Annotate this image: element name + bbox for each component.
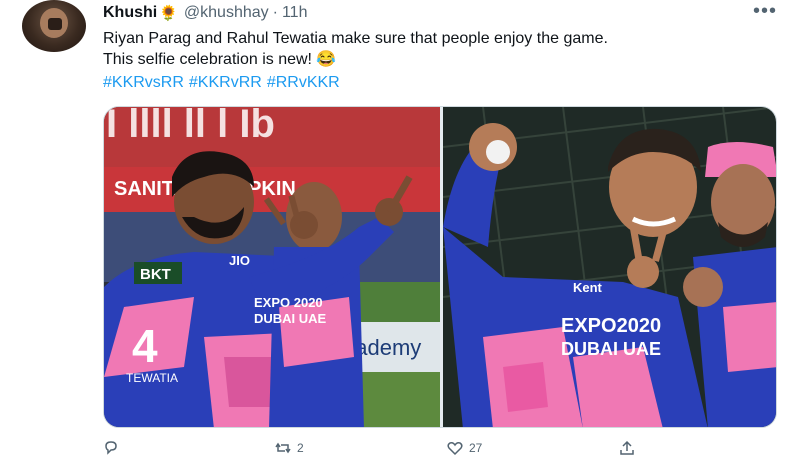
hashtag-link[interactable]: #RRvKKR bbox=[267, 74, 340, 91]
jersey-number: 4 bbox=[132, 320, 158, 372]
media-grid: I llll ll l Ib SANITARY NAPKIN academy B… bbox=[103, 106, 777, 428]
share-icon bbox=[620, 440, 634, 455]
chest-text: Kent bbox=[573, 280, 603, 295]
hashtag-link[interactable]: #KKRvRR bbox=[189, 74, 262, 91]
reply-icon bbox=[105, 441, 117, 455]
like-icon bbox=[447, 442, 463, 456]
separator-dot: · bbox=[272, 4, 278, 21]
tweet-header: Khushi 🌻 @khushhay · 11h bbox=[103, 2, 307, 24]
tweet-text-line: This selfie celebration is new! 😂 bbox=[103, 51, 337, 68]
retweet-button[interactable]: 2 bbox=[275, 440, 304, 456]
retweet-icon bbox=[275, 442, 291, 454]
tweet-text-line: Riyan Parag and Rahul Tewatia make sure … bbox=[103, 30, 608, 47]
svg-text:I llll ll l Ib: I llll ll l Ib bbox=[106, 107, 275, 146]
sunflower-emoji: 🌻 bbox=[159, 5, 178, 22]
svg-text:DUBAI UAE: DUBAI UAE bbox=[561, 339, 661, 359]
photo-right-image: Kent EXPO2020 DUBAI UAE bbox=[443, 107, 776, 427]
more-horizontal-icon[interactable]: ••• bbox=[748, 0, 782, 24]
photo-left[interactable]: I llll ll l Ib SANITARY NAPKIN academy B… bbox=[104, 107, 440, 427]
hashtag-list: #KKRvsRR #KKRvRR #RRvKKR bbox=[103, 72, 345, 93]
photo-left-image: I llll ll l Ib SANITARY NAPKIN academy B… bbox=[104, 107, 440, 427]
badge-text: BKT bbox=[140, 266, 171, 283]
sponsor-text: JIO bbox=[229, 253, 250, 268]
hashtag-link[interactable]: #KKRvsRR bbox=[103, 74, 184, 91]
retweet-count: 2 bbox=[297, 441, 304, 455]
svg-text:EXPO 2020: EXPO 2020 bbox=[254, 295, 323, 310]
like-count: 27 bbox=[469, 441, 483, 455]
timestamp[interactable]: 11h bbox=[282, 4, 308, 22]
jersey-name: TEWATIA bbox=[126, 371, 178, 385]
avatar[interactable] bbox=[22, 0, 86, 52]
svg-text:EXPO2020: EXPO2020 bbox=[561, 315, 661, 337]
photo-right[interactable]: Kent EXPO2020 DUBAI UAE bbox=[443, 107, 776, 427]
share-button[interactable] bbox=[619, 440, 641, 456]
like-button[interactable]: 27 bbox=[447, 440, 482, 456]
user-handle[interactable]: @khushhay bbox=[184, 4, 269, 22]
avatar-phone bbox=[48, 18, 62, 30]
reply-button[interactable] bbox=[103, 440, 125, 456]
svg-text:DUBAI UAE: DUBAI UAE bbox=[254, 311, 327, 326]
tweet[interactable]: Khushi 🌻 @khushhay · 11h ••• Riyan Parag… bbox=[0, 0, 800, 456]
tweet-actions: 2 27 bbox=[103, 440, 783, 456]
display-name[interactable]: Khushi bbox=[103, 4, 157, 22]
tweet-text: Riyan Parag and Rahul Tewatia make sure … bbox=[103, 28, 783, 70]
